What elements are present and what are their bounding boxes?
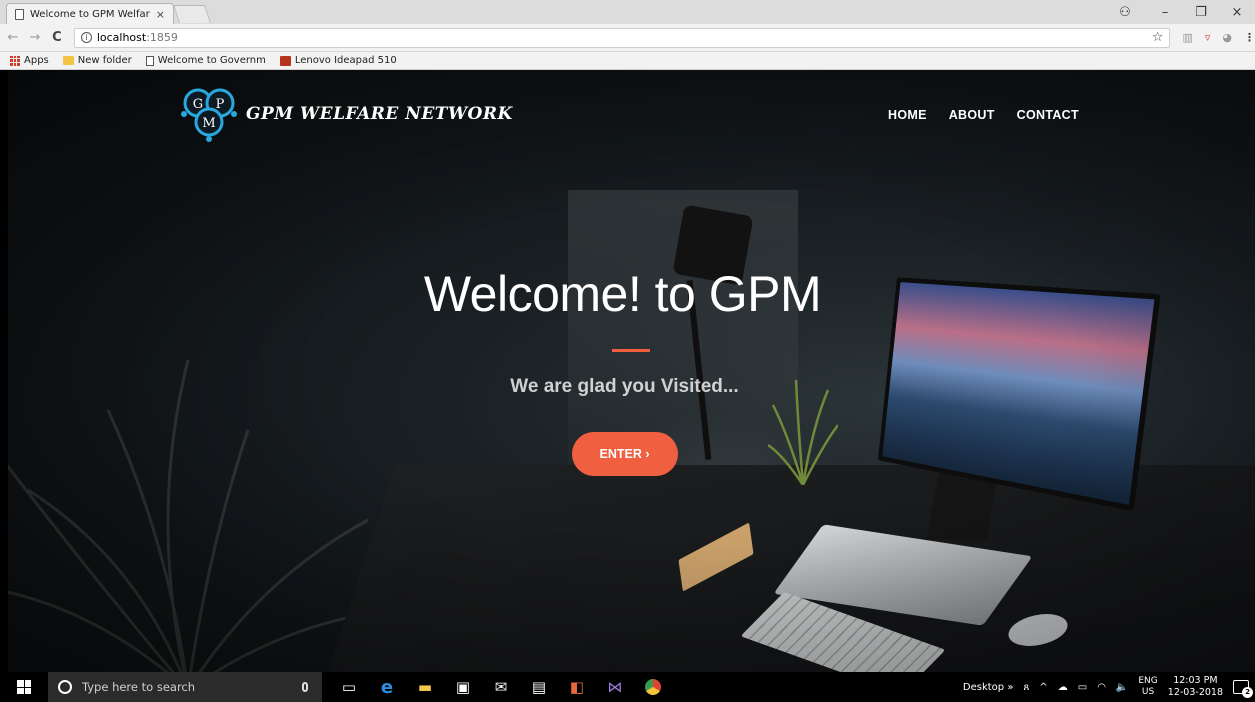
action-center-icon[interactable]: 2: [1233, 680, 1253, 698]
visual-studio-icon[interactable]: ⋈: [596, 672, 634, 702]
hero-title: Welcome! to GPM: [423, 266, 822, 322]
bookmark-new-folder[interactable]: New folder: [62, 55, 132, 66]
tab-title: Welcome to GPM Welfar: [30, 8, 150, 20]
hero-divider: [612, 349, 650, 352]
chrome-menu-icon[interactable]: ⋮: [1244, 31, 1255, 44]
bookmark-star-icon[interactable]: ☆: [1152, 30, 1164, 45]
page-icon: [15, 8, 24, 20]
nav-contact[interactable]: CONTACT: [1017, 108, 1079, 122]
site-brand[interactable]: G P M GPM WELFARE NETWORK: [178, 83, 513, 145]
bookmark-lenovo[interactable]: Lenovo Ideapad 510: [279, 55, 397, 66]
edge-icon[interactable]: e: [368, 672, 406, 702]
url-input[interactable]: i localhost:1859 ☆: [73, 27, 1171, 48]
language-indicator[interactable]: ENG US: [1138, 676, 1157, 698]
task-view-icon[interactable]: ▭: [330, 672, 368, 702]
chrome-icon[interactable]: [634, 672, 672, 702]
logo-letter-p: P: [216, 97, 225, 112]
cortana-icon: [58, 680, 72, 694]
folder-icon: [62, 56, 74, 65]
search-placeholder: Type here to search: [82, 680, 196, 694]
bookmark-welcome-governm[interactable]: Welcome to Governm: [145, 55, 266, 66]
desktop-label: Desktop: [962, 681, 1005, 693]
url-text: localhost:1859: [97, 31, 178, 44]
language-code: ENG: [1138, 676, 1158, 686]
gpm-logo-icon: G P M: [181, 88, 237, 142]
bookmarks-bar: Apps New folder Welcome to Governm Lenov…: [0, 52, 1255, 70]
nav-about[interactable]: ABOUT: [949, 108, 995, 122]
brand-name: GPM WELFARE NETWORK: [246, 104, 513, 124]
taskbar-search[interactable]: Type here to search: [48, 672, 322, 702]
news-icon[interactable]: ▤: [520, 672, 558, 702]
main-nav: HOME ABOUT CONTACT: [888, 108, 1079, 122]
pocket-icon[interactable]: ▿: [1205, 31, 1211, 44]
bookmark-apps[interactable]: Apps: [10, 55, 49, 66]
microphone-icon[interactable]: [302, 682, 308, 692]
hero-section: Welcome! to GPM We are glad you Visited.…: [8, 265, 1255, 476]
url-host: localhost: [96, 31, 147, 44]
reload-icon[interactable]: C: [48, 30, 66, 45]
tab-bar: Welcome to GPM Welfar × ⚇ – ❐ ×: [0, 0, 1255, 24]
notification-count: 2: [1242, 687, 1253, 698]
forward-icon[interactable]: →: [26, 30, 44, 45]
hero-subtitle: We are glad you Visited...: [510, 376, 739, 397]
bookmark-label: New folder: [77, 55, 132, 66]
minimize-button[interactable]: –: [1147, 5, 1183, 20]
extensions: ▥ ▿ ◕ ⋮: [1182, 31, 1255, 44]
desktop-toolbar[interactable]: Desktop »: [963, 682, 1014, 693]
onedrive-icon[interactable]: ☁: [1058, 682, 1068, 693]
browser-tab[interactable]: Welcome to GPM Welfar ×: [6, 3, 174, 24]
system-tray: Desktop » ጸ ^ ☁ ▭ ◠ 🔈 ENG US 12:03 PM 12…: [963, 675, 1255, 699]
clock[interactable]: 12:03 PM 12-03-2018: [1168, 675, 1223, 699]
pinned-apps: ▭ e ▬ ▣ ✉ ▤ ◧ ⋈: [330, 672, 672, 702]
extension-puzzle-icon[interactable]: ◕: [1222, 31, 1232, 44]
bookmark-label: Lenovo Ideapad 510: [294, 55, 397, 66]
close-window-button[interactable]: ×: [1219, 5, 1255, 20]
wifi-icon[interactable]: ◠: [1097, 682, 1106, 693]
office-icon[interactable]: ◧: [558, 672, 596, 702]
file-explorer-icon[interactable]: ▬: [406, 672, 444, 702]
bookmark-label: Apps: [24, 55, 49, 66]
desktop-chevron-icon: »: [1007, 681, 1014, 693]
window-controls: ⚇ – ❐ ×: [1103, 0, 1255, 24]
bookmark-label: Welcome to Governm: [157, 55, 266, 66]
windows-logo-icon: [17, 680, 31, 694]
new-tab-button[interactable]: [173, 5, 211, 23]
nav-home[interactable]: HOME: [888, 108, 927, 122]
volume-icon[interactable]: 🔈: [1116, 682, 1128, 693]
address-bar: ← → C i localhost:1859 ☆ ▥ ▿ ◕ ⋮: [0, 24, 1255, 52]
logo-letter-m: M: [202, 116, 215, 131]
tab-close-icon[interactable]: ×: [156, 8, 165, 21]
account-icon[interactable]: ⚇: [1103, 5, 1147, 20]
show-hidden-icons-icon[interactable]: ^: [1039, 682, 1047, 693]
clock-date: 12-03-2018: [1167, 687, 1223, 698]
maximize-button[interactable]: ❐: [1183, 5, 1219, 20]
info-icon[interactable]: i: [80, 32, 92, 43]
lenovo-icon: [279, 55, 291, 66]
page-icon: [145, 55, 154, 66]
people-icon[interactable]: ጸ: [1023, 682, 1029, 693]
extension-icon[interactable]: ▥: [1182, 31, 1192, 44]
start-button[interactable]: [0, 680, 48, 694]
clock-time: 12:03 PM: [1173, 675, 1218, 686]
apps-grid-icon: [10, 55, 20, 66]
mail-icon[interactable]: ✉: [482, 672, 520, 702]
taskbar: Type here to search ▭ e ▬ ▣ ✉ ▤ ◧ ⋈ Desk…: [0, 672, 1255, 702]
url-port: :1859: [146, 31, 178, 44]
region-code: US: [1141, 687, 1155, 697]
battery-icon[interactable]: ▭: [1078, 682, 1087, 693]
back-icon[interactable]: ←: [4, 30, 22, 45]
enter-button[interactable]: ENTER ›: [571, 432, 678, 476]
logo-letter-g: G: [193, 97, 203, 112]
store-icon[interactable]: ▣: [444, 672, 482, 702]
web-page: G P M GPM WELFARE NETWORK HOME ABOUT CON…: [8, 70, 1255, 672]
